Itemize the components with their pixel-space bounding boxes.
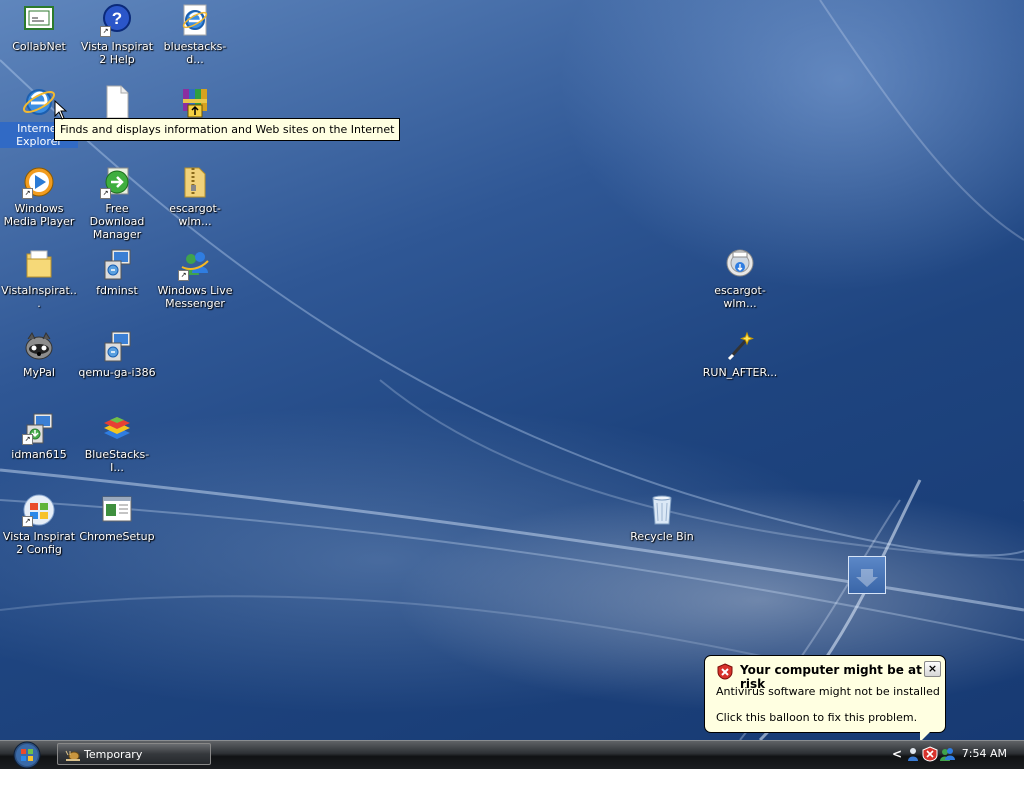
icon-label: escargot-wlm... <box>714 284 766 310</box>
media-player-icon: ↗ <box>22 165 56 199</box>
balloon-message: Antivirus software might not be installe… <box>716 685 940 698</box>
desktop-icon-vistainspirat[interactable]: VistaInspirat... <box>0 247 78 310</box>
messenger-icon: ↗ <box>178 247 212 281</box>
desktop-icon-windows-live-messenger[interactable]: ↗ Windows Live Messenger <box>156 247 234 310</box>
magic-wand-icon <box>723 329 757 363</box>
desktop-icon-archive[interactable] <box>156 85 234 122</box>
icon-label: Windows Live Messenger <box>157 284 233 310</box>
tooltip: Finds and displays information and Web s… <box>54 118 401 141</box>
desktop[interactable]: CollabNet Internet Explorer ↗ Windows Me… <box>0 0 1024 740</box>
setup-window-icon <box>100 493 134 527</box>
taskbar-button-temporary-disposable[interactable]: Temporary Disposable... <box>57 743 211 783</box>
network-user-icon[interactable] <box>905 746 921 762</box>
desktop-icon-chromesetup[interactable]: ChromeSetup <box>78 493 156 543</box>
icon-label: VistaInspirat... <box>1 284 77 310</box>
desktop-icon-qemu-ga[interactable]: qemu-ga-i386 <box>78 329 156 379</box>
icon-label: bluestacks-d... <box>163 40 227 66</box>
desktop-icon-bluestacks-installer[interactable]: BlueStacks-I... <box>78 411 156 474</box>
desktop-icon-fdminst[interactable]: fdminst <box>78 247 156 297</box>
desktop-icon-mypal[interactable]: MyPal <box>0 329 78 379</box>
icon-label: BlueStacks-I... <box>84 448 150 474</box>
desktop-icon-vista-inspirat-help[interactable]: ? ↗ Vista Inspirat 2 Help <box>78 3 156 66</box>
system-tray: < 7:54 AM <box>889 741 1024 769</box>
desktop-icon-collabnet[interactable]: CollabNet <box>0 3 78 53</box>
icon-label: CollabNet <box>12 40 66 53</box>
icon-label: Vista Inspirat 2 Help <box>80 40 154 66</box>
start-button[interactable] <box>10 741 44 769</box>
icon-label: MyPal <box>23 366 55 379</box>
mouse-cursor-icon <box>54 100 68 120</box>
shortcut-arrow-icon: ↗ <box>100 188 111 199</box>
zip-folder-icon <box>178 165 212 199</box>
desktop-icon-bluestacks-download[interactable]: bluestacks-d... <box>156 3 234 66</box>
icon-label: ChromeSetup <box>79 530 155 543</box>
windows-start-orb-icon <box>13 741 41 769</box>
installer-icon <box>100 329 134 363</box>
shortcut-arrow-icon: ↗ <box>22 516 33 527</box>
security-alert-tray-icon[interactable] <box>922 746 938 762</box>
desktop-icon-windows-media-player[interactable]: ↗ Windows Media Player <box>0 165 78 228</box>
windows-logo-icon: ↗ <box>22 493 56 527</box>
security-shield-icon <box>717 663 733 680</box>
icon-label: Vista Inspirat 2 Config <box>2 530 76 556</box>
desktop-icon-run-after[interactable]: RUN_AFTER... <box>701 329 779 379</box>
shortcut-arrow-icon: ↗ <box>22 434 33 445</box>
desktop-icon-vista-inspirat-config[interactable]: ↗ Vista Inspirat 2 Config <box>0 493 78 556</box>
security-notification-balloon[interactable]: Your computer might be at risk × Antivir… <box>704 655 946 733</box>
icon-label: Recycle Bin <box>630 530 694 543</box>
shortcut-arrow-icon: ↗ <box>178 270 189 281</box>
icon-label: fdminst <box>96 284 138 297</box>
bluestacks-icon <box>100 411 134 445</box>
shortcut-arrow-icon: ↗ <box>100 26 111 37</box>
certificate-icon <box>22 3 56 37</box>
balloon-close-button[interactable]: × <box>924 661 941 677</box>
desktop-icon-escargot-zip[interactable]: escargot-wlm... <box>156 165 234 228</box>
internet-explorer-icon <box>178 3 212 37</box>
icon-label: Windows Media Player <box>3 202 75 228</box>
messenger-tray-icon[interactable] <box>939 746 955 762</box>
icon-label: idman615 <box>11 448 67 461</box>
icon-label: escargot-wlm... <box>169 202 221 228</box>
svg-text:?: ? <box>112 9 122 28</box>
help-icon: ? ↗ <box>100 3 134 37</box>
archive-books-icon <box>178 85 212 119</box>
snail-app-icon <box>65 750 80 761</box>
icon-label: Free Download Manager <box>89 202 145 241</box>
document-icon <box>100 85 134 119</box>
cd-installer-icon <box>723 247 757 281</box>
folder-icon <box>22 247 56 281</box>
desktop-icon-free-download-manager[interactable]: ↗ Free Download Manager <box>78 165 156 241</box>
floating-window-thumbnail[interactable] <box>848 556 886 594</box>
taskbar: Temporary Disposable... < 7:54 AM <box>0 740 1024 783</box>
recycle-bin-icon <box>645 493 679 527</box>
desktop-icon-recycle-bin[interactable]: Recycle Bin <box>623 493 701 543</box>
taskbar-button-label: Temporary Disposable... <box>84 748 155 783</box>
installer-icon: ↗ <box>22 411 56 445</box>
desktop-icon-idman615[interactable]: ↗ idman615 <box>0 411 78 461</box>
system-clock[interactable]: 7:54 AM <box>962 747 1007 760</box>
icon-label: qemu-ga-i386 <box>78 366 156 379</box>
raccoon-icon <box>22 329 56 363</box>
installer-icon <box>100 247 134 281</box>
desktop-icon-escargot-installer[interactable]: escargot-wlm... <box>701 247 779 310</box>
desktop-icon-blank-document[interactable] <box>78 85 156 122</box>
download-manager-icon: ↗ <box>100 165 134 199</box>
icon-label: RUN_AFTER... <box>702 366 778 379</box>
balloon-action-text: Click this balloon to fix this problem. <box>716 711 918 724</box>
balloon-tail <box>920 730 932 740</box>
internet-explorer-icon <box>22 85 56 119</box>
show-hidden-icons-button[interactable]: < <box>892 747 902 761</box>
shortcut-arrow-icon: ↗ <box>22 188 33 199</box>
arrow-down-icon <box>856 569 878 587</box>
